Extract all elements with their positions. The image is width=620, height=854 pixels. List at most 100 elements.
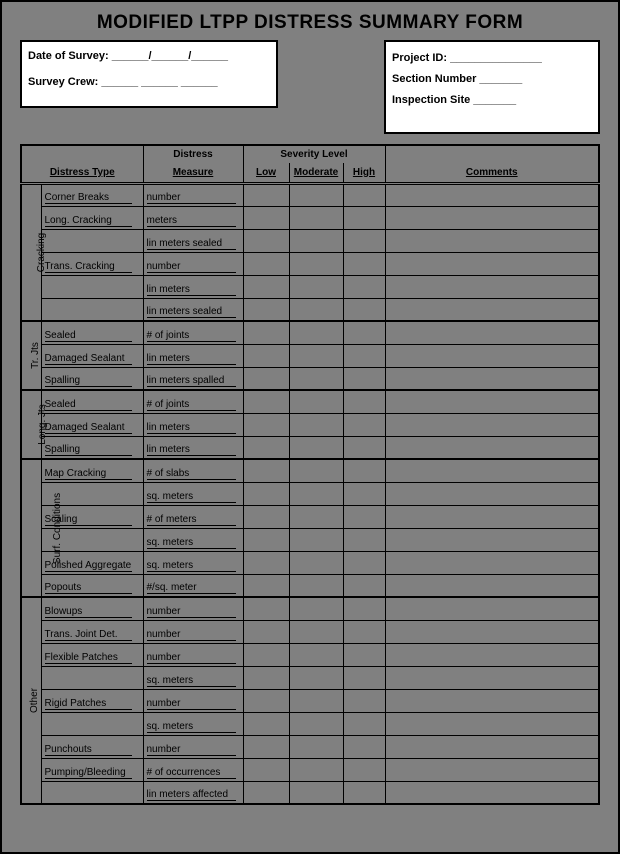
moderate-cell[interactable] [289, 229, 343, 252]
high-cell[interactable] [343, 298, 385, 321]
comments-cell[interactable] [385, 781, 599, 804]
moderate-cell[interactable] [289, 666, 343, 689]
moderate-cell[interactable] [289, 206, 343, 229]
high-cell[interactable] [343, 666, 385, 689]
comments-cell[interactable] [385, 574, 599, 597]
high-cell[interactable] [343, 735, 385, 758]
survey-crew-field[interactable]: Survey Crew: ______ ______ ______ [28, 74, 270, 92]
low-cell[interactable] [243, 275, 289, 298]
high-cell[interactable] [343, 551, 385, 574]
comments-cell[interactable] [385, 620, 599, 643]
comments-cell[interactable] [385, 735, 599, 758]
comments-cell[interactable] [385, 459, 599, 482]
high-cell[interactable] [343, 321, 385, 344]
comments-cell[interactable] [385, 689, 599, 712]
moderate-cell[interactable] [289, 758, 343, 781]
comments-cell[interactable] [385, 482, 599, 505]
moderate-cell[interactable] [289, 735, 343, 758]
comments-cell[interactable] [385, 344, 599, 367]
moderate-cell[interactable] [289, 275, 343, 298]
moderate-cell[interactable] [289, 574, 343, 597]
low-cell[interactable] [243, 505, 289, 528]
moderate-cell[interactable] [289, 643, 343, 666]
high-cell[interactable] [343, 574, 385, 597]
high-cell[interactable] [343, 689, 385, 712]
moderate-cell[interactable] [289, 413, 343, 436]
moderate-cell[interactable] [289, 367, 343, 390]
low-cell[interactable] [243, 229, 289, 252]
moderate-cell[interactable] [289, 298, 343, 321]
comments-cell[interactable] [385, 367, 599, 390]
high-cell[interactable] [343, 712, 385, 735]
low-cell[interactable] [243, 367, 289, 390]
high-cell[interactable] [343, 758, 385, 781]
high-cell[interactable] [343, 505, 385, 528]
low-cell[interactable] [243, 183, 289, 206]
low-cell[interactable] [243, 712, 289, 735]
moderate-cell[interactable] [289, 344, 343, 367]
moderate-cell[interactable] [289, 620, 343, 643]
moderate-cell[interactable] [289, 459, 343, 482]
low-cell[interactable] [243, 620, 289, 643]
low-cell[interactable] [243, 298, 289, 321]
comments-cell[interactable] [385, 321, 599, 344]
high-cell[interactable] [343, 643, 385, 666]
high-cell[interactable] [343, 206, 385, 229]
high-cell[interactable] [343, 597, 385, 620]
low-cell[interactable] [243, 643, 289, 666]
comments-cell[interactable] [385, 390, 599, 413]
high-cell[interactable] [343, 781, 385, 804]
moderate-cell[interactable] [289, 689, 343, 712]
low-cell[interactable] [243, 597, 289, 620]
moderate-cell[interactable] [289, 781, 343, 804]
high-cell[interactable] [343, 183, 385, 206]
low-cell[interactable] [243, 413, 289, 436]
low-cell[interactable] [243, 436, 289, 459]
high-cell[interactable] [343, 275, 385, 298]
moderate-cell[interactable] [289, 390, 343, 413]
comments-cell[interactable] [385, 183, 599, 206]
moderate-cell[interactable] [289, 712, 343, 735]
low-cell[interactable] [243, 758, 289, 781]
high-cell[interactable] [343, 528, 385, 551]
moderate-cell[interactable] [289, 252, 343, 275]
low-cell[interactable] [243, 574, 289, 597]
comments-cell[interactable] [385, 528, 599, 551]
low-cell[interactable] [243, 551, 289, 574]
low-cell[interactable] [243, 390, 289, 413]
low-cell[interactable] [243, 206, 289, 229]
comments-cell[interactable] [385, 551, 599, 574]
project-id-field[interactable]: Project ID: _______________ [392, 48, 592, 69]
low-cell[interactable] [243, 344, 289, 367]
date-of-survey-field[interactable]: Date of Survey: ______/______/______ [28, 48, 270, 66]
moderate-cell[interactable] [289, 551, 343, 574]
high-cell[interactable] [343, 252, 385, 275]
low-cell[interactable] [243, 528, 289, 551]
low-cell[interactable] [243, 689, 289, 712]
comments-cell[interactable] [385, 758, 599, 781]
high-cell[interactable] [343, 229, 385, 252]
comments-cell[interactable] [385, 252, 599, 275]
comments-cell[interactable] [385, 275, 599, 298]
comments-cell[interactable] [385, 206, 599, 229]
moderate-cell[interactable] [289, 597, 343, 620]
moderate-cell[interactable] [289, 528, 343, 551]
high-cell[interactable] [343, 459, 385, 482]
section-number-field[interactable]: Section Number _______ [392, 69, 592, 90]
comments-cell[interactable] [385, 413, 599, 436]
high-cell[interactable] [343, 390, 385, 413]
moderate-cell[interactable] [289, 505, 343, 528]
low-cell[interactable] [243, 459, 289, 482]
moderate-cell[interactable] [289, 183, 343, 206]
inspection-site-field[interactable]: Inspection Site _______ [392, 90, 592, 111]
high-cell[interactable] [343, 620, 385, 643]
moderate-cell[interactable] [289, 321, 343, 344]
low-cell[interactable] [243, 321, 289, 344]
low-cell[interactable] [243, 666, 289, 689]
low-cell[interactable] [243, 735, 289, 758]
high-cell[interactable] [343, 367, 385, 390]
low-cell[interactable] [243, 252, 289, 275]
comments-cell[interactable] [385, 505, 599, 528]
comments-cell[interactable] [385, 298, 599, 321]
high-cell[interactable] [343, 344, 385, 367]
